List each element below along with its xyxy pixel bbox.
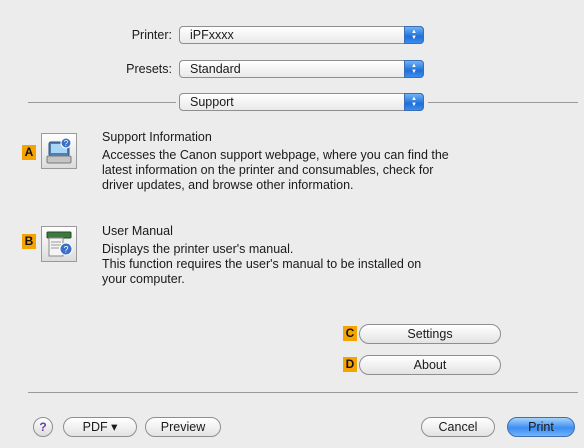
print-button[interactable]: Print [507, 417, 575, 437]
user-manual-desc-line: This function requires the user's manual… [102, 257, 422, 271]
divider-left [28, 102, 176, 103]
printer-label: Printer: [131, 28, 172, 42]
cancel-button[interactable]: Cancel [421, 417, 495, 437]
footer-divider [28, 392, 578, 393]
presets-popup-value: Standard [190, 62, 241, 76]
badge-a: A [22, 145, 36, 160]
support-information-desc-line: Accesses the Canon support webpage, wher… [102, 148, 449, 162]
support-information-description: Accesses the Canon support webpage, wher… [102, 148, 572, 193]
support-information-desc-line: driver updates, and browse other informa… [102, 178, 354, 192]
user-manual-icon: ? [46, 231, 73, 257]
about-button[interactable]: About [359, 355, 501, 375]
printer-popup-value: iPFxxxx [190, 28, 234, 42]
support-information-desc-line: latest information on the printer and co… [102, 163, 434, 177]
panel-popup-value: Support [190, 95, 234, 109]
svg-text:?: ? [63, 245, 68, 255]
divider-right [428, 102, 578, 103]
support-information-button[interactable]: ? [41, 133, 77, 169]
panel-popup-arrows-icon: ▲ ▼ [404, 93, 424, 111]
badge-b: B [22, 234, 36, 249]
badge-d: D [343, 357, 357, 372]
user-manual-desc-line: your computer. [102, 272, 185, 286]
user-manual-desc-line: Displays the printer user's manual. [102, 242, 294, 256]
presets-popup[interactable]: Standard ▲ ▼ [179, 60, 424, 78]
svg-text:?: ? [64, 139, 69, 148]
presets-popup-arrows-icon: ▲ ▼ [404, 60, 424, 78]
support-information-icon: ? [46, 137, 72, 164]
support-information-title: Support Information [102, 130, 212, 144]
printer-popup[interactable]: iPFxxxx ▲ ▼ [179, 26, 424, 44]
settings-button[interactable]: Settings [359, 324, 501, 344]
presets-label: Presets: [126, 62, 172, 76]
printer-popup-arrows-icon: ▲ ▼ [404, 26, 424, 44]
panel-popup[interactable]: Support ▲ ▼ [179, 93, 424, 111]
user-manual-button[interactable]: ? [41, 226, 77, 262]
preview-button[interactable]: Preview [145, 417, 221, 437]
help-button[interactable]: ? [33, 417, 53, 437]
badge-c: C [343, 326, 357, 341]
pdf-button[interactable]: PDF ▾ [63, 417, 137, 437]
user-manual-title: User Manual [102, 224, 173, 238]
user-manual-description: Displays the printer user's manual. This… [102, 242, 572, 287]
